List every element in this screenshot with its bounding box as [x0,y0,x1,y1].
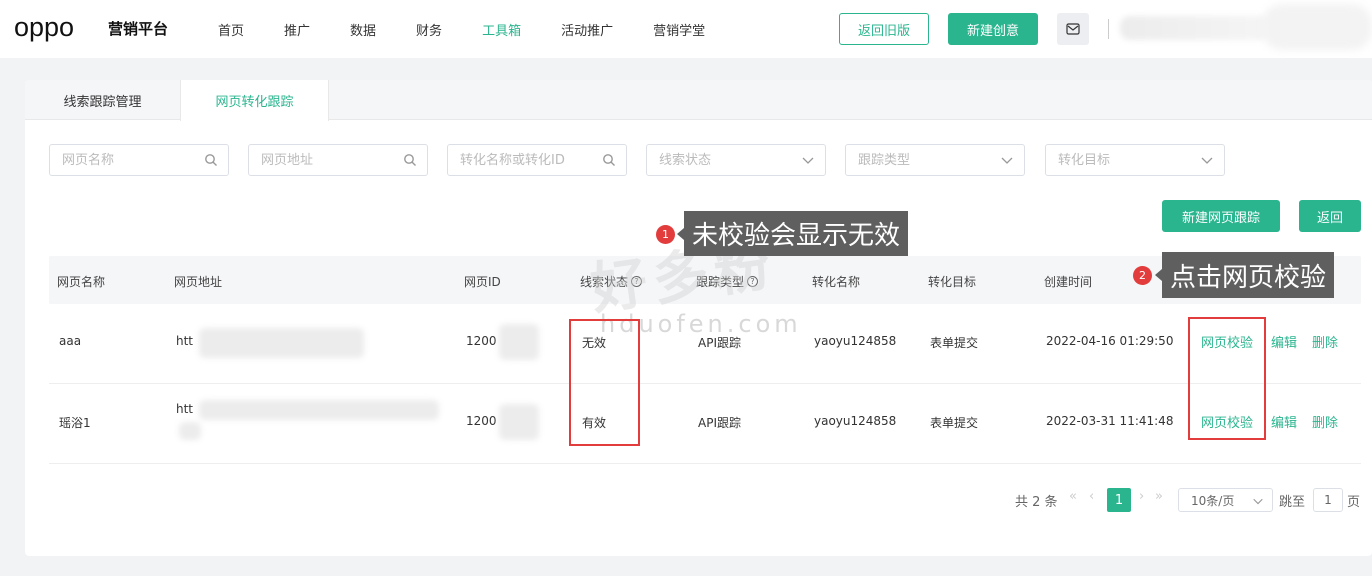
page-url-input[interactable] [249,145,389,175]
track-type-select[interactable] [845,144,1025,176]
back-button[interactable]: 返回 [1299,200,1361,232]
url-blurred [199,400,439,420]
table-row: 瑶浴1 htt 1200 有效 API跟踪 yaoyu124858 表单提交 2… [49,384,1361,464]
cell-page-name: aaa [59,334,82,348]
help-icon[interactable]: ? [747,276,759,287]
prev-page-icon[interactable]: ‹ [1089,489,1094,504]
user-info-blurred[interactable] [1120,16,1270,40]
cell-conv-name: yaoyu124858 [814,414,897,428]
cell-created: 2022-03-31 11:41:48 [1046,414,1174,428]
chevron-down-icon [1201,157,1213,164]
lead-status-input[interactable] [647,145,787,175]
cell-track-type: API跟踪 [698,336,741,350]
cell-page-url: htt [176,334,194,348]
next-page-icon[interactable]: › [1139,489,1144,504]
mail-button[interactable] [1057,13,1089,45]
th-page-id: 网页ID [464,275,501,289]
conv-target-select[interactable] [1045,144,1225,176]
header-divider [1108,19,1109,39]
cell-page-name: 瑶浴1 [59,416,91,430]
cell-created: 2022-04-16 01:29:50 [1046,334,1174,348]
table-row: aaa htt 1200 无效 API跟踪 yaoyu124858 表单提交 2… [49,304,1361,384]
cell-track-type: API跟踪 [698,416,741,430]
th-created: 创建时间 [1044,275,1093,289]
jump-suffix: 页 [1347,495,1361,510]
main-nav: 首页 推广 数据 财务 工具箱 活动推广 营销学堂 [218,20,745,39]
total-count: 共 2 条 [1015,495,1058,510]
oppo-logo[interactable]: oppo [14,12,74,43]
delete-link[interactable]: 删除 [1312,412,1338,431]
conversion-filter [447,144,627,176]
search-icon[interactable] [403,153,417,167]
url-blurred [199,328,364,358]
callout-badge-1: 1 [656,225,675,244]
jump-label: 跳至 [1279,495,1306,510]
cell-page-id: 1200 [466,414,497,428]
id-blurred [499,324,539,360]
conversion-input[interactable] [448,145,588,175]
search-icon[interactable] [602,153,616,167]
track-type-input[interactable] [846,145,986,175]
th-track-type-label: 跟踪类型 [696,275,745,289]
highlight-verify-box [1188,317,1266,440]
cell-conv-name: yaoyu124858 [814,334,897,348]
th-conv-name: 转化名称 [812,275,861,289]
delete-link[interactable]: 删除 [1312,332,1338,351]
tab-lead-tracking[interactable]: 线索跟踪管理 [25,80,180,120]
chevron-down-icon [1001,157,1013,164]
nav-item-home[interactable]: 首页 [218,20,244,39]
lead-status-select[interactable] [646,144,826,176]
id-blurred [499,404,539,440]
nav-item-toolbox[interactable]: 工具箱 [482,20,521,39]
cell-conv-target: 表单提交 [930,416,979,430]
back-to-old-button[interactable]: 返回旧版 [839,13,929,45]
nav-item-promotion[interactable]: 推广 [284,20,310,39]
tab-bar: 线索跟踪管理 网页转化跟踪 [25,80,1372,121]
chevron-down-icon [1253,498,1263,505]
tab-web-conversion[interactable]: 网页转化跟踪 [180,80,329,121]
edit-link[interactable]: 编辑 [1271,412,1297,431]
page-size-select[interactable]: 10条/页 [1178,488,1273,512]
page-size-value: 10条/页 [1191,493,1235,508]
last-page-icon[interactable]: » [1155,489,1163,504]
callout-invalid-note: 未校验会显示无效 [676,211,909,256]
new-creative-button[interactable]: 新建创意 [948,13,1038,45]
th-track-type: 跟踪类型? [696,273,759,290]
mail-icon [1066,23,1080,35]
top-bar: oppo 营销平台 首页 推广 数据 财务 工具箱 活动推广 营销学堂 返回旧版… [0,0,1372,58]
th-page-name: 网页名称 [57,275,106,289]
chevron-down-icon [802,157,814,164]
nav-item-academy[interactable]: 营销学堂 [653,20,705,39]
nav-item-campaign[interactable]: 活动推广 [561,20,613,39]
content-card: 线索跟踪管理 网页转化跟踪 新建网页跟踪 返回 网页名称 网页地址 网页ID 线… [25,80,1372,556]
search-icon[interactable] [204,153,218,167]
callout-badge-2: 2 [1133,266,1152,285]
brand-title: 营销平台 [108,20,169,38]
cell-page-url: htt [176,402,194,416]
page-name-input[interactable] [50,145,190,175]
conv-target-input[interactable] [1046,145,1186,175]
cell-page-id: 1200 [466,334,497,348]
nav-item-finance[interactable]: 财务 [416,20,442,39]
new-web-track-button[interactable]: 新建网页跟踪 [1162,200,1280,232]
page-1-button[interactable]: 1 [1107,488,1131,512]
edit-link[interactable]: 编辑 [1271,332,1297,351]
th-conv-target: 转化目标 [928,275,977,289]
page-name-filter [49,144,229,176]
th-page-url: 网页地址 [174,275,223,289]
highlight-status-box [569,319,640,446]
page-url-filter [248,144,428,176]
user-avatar-blurred[interactable] [1262,4,1372,50]
callout-click-verify: 点击网页校验 [1154,252,1335,298]
cell-conv-target: 表单提交 [930,336,979,350]
th-lead-status: 线索状态? [580,273,643,290]
jump-page-input[interactable]: 1 [1313,488,1343,512]
first-page-icon[interactable]: « [1069,489,1077,504]
url-blurred-2 [179,422,201,440]
th-lead-status-label: 线索状态 [580,275,629,289]
nav-item-data[interactable]: 数据 [350,20,376,39]
help-icon[interactable]: ? [631,276,643,287]
